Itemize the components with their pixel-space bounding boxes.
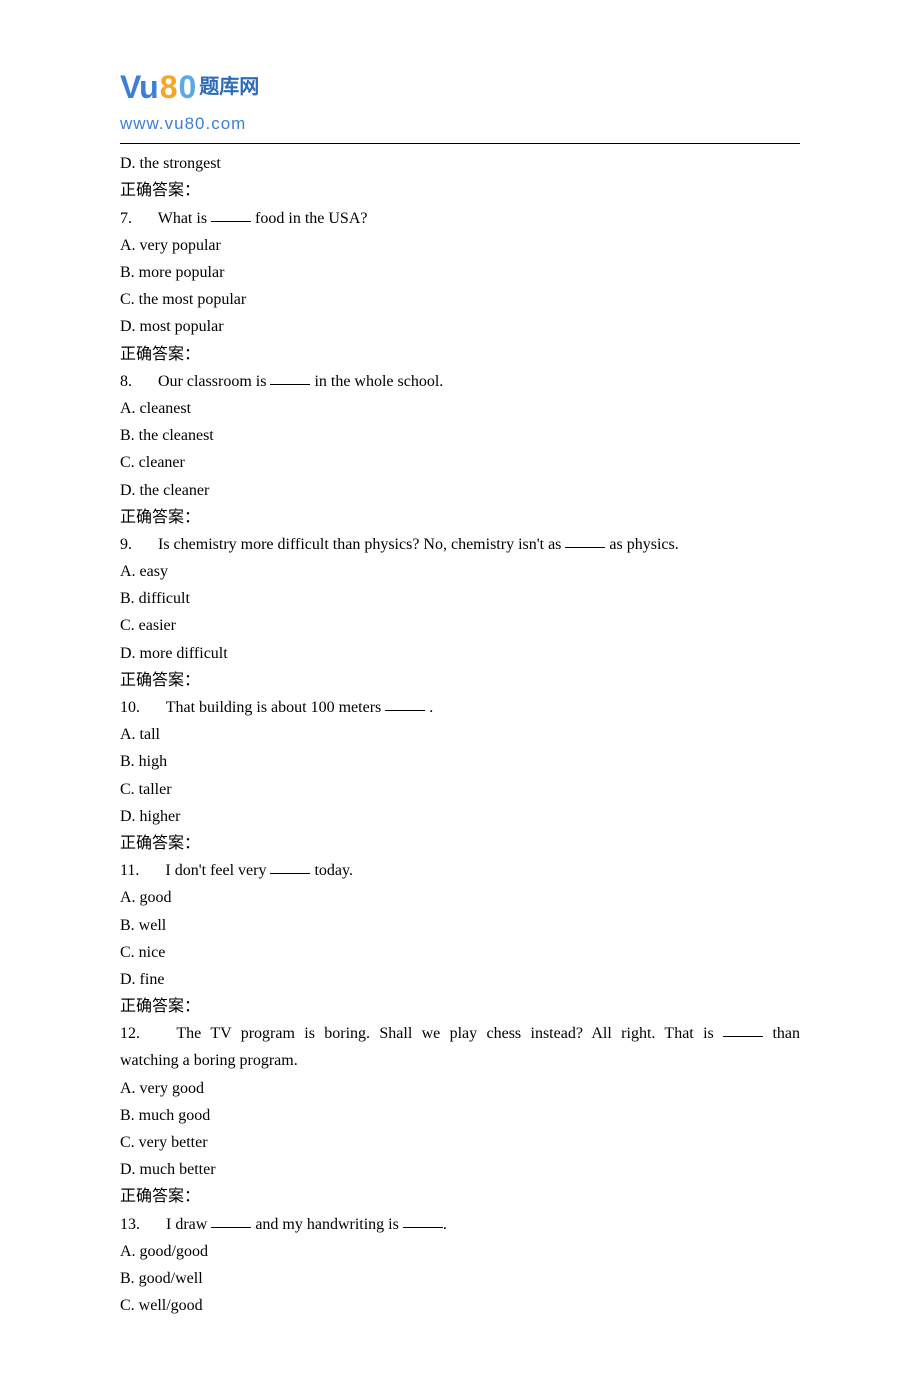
question-number: 12. xyxy=(120,1025,140,1042)
question-13-option-b: B. good/well xyxy=(120,1265,800,1292)
question-7-option-a: A. very popular xyxy=(120,232,800,259)
blank-icon xyxy=(723,1021,763,1037)
answer-label: 正确答案： xyxy=(120,1183,800,1210)
stem-text-before: I draw xyxy=(166,1216,211,1233)
stem-text-after: . xyxy=(443,1216,447,1233)
blank-icon xyxy=(211,1212,251,1228)
question-12-option-c: C. very better xyxy=(120,1129,800,1156)
question-11-option-c: C. nice xyxy=(120,939,800,966)
question-12-stem-line2: watching a boring program. xyxy=(120,1047,800,1074)
question-12-option-d: D. much better xyxy=(120,1156,800,1183)
question-12-stem-line1: 12. The TV program is boring. Shall we p… xyxy=(120,1020,800,1047)
question-9-option-b: B. difficult xyxy=(120,585,800,612)
stem-text-after: as physics. xyxy=(605,536,678,553)
answer-label: 正确答案： xyxy=(120,993,800,1020)
question-8-option-c: C. cleaner xyxy=(120,449,800,476)
answer-label: 正确答案： xyxy=(120,341,800,368)
logo-text-0: 0 xyxy=(179,60,196,114)
question-9-stem: 9. Is chemistry more difficult than phys… xyxy=(120,531,800,558)
stem-text-before: That building is about 100 meters xyxy=(166,699,386,716)
question-number: 8. xyxy=(120,373,132,390)
logo-graphic: Vu80 题库网 xyxy=(120,60,800,114)
logo-text-vu: Vu xyxy=(120,60,158,114)
header-divider xyxy=(120,143,800,144)
blank-icon xyxy=(270,858,310,874)
site-logo: Vu80 题库网 www.vu80.com xyxy=(120,60,800,139)
question-7-option-c: C. the most popular xyxy=(120,286,800,313)
question-10-option-b: B. high xyxy=(120,748,800,775)
question-10-option-a: A. tall xyxy=(120,721,800,748)
stem-text-after-blank: than xyxy=(763,1025,800,1042)
question-8-option-a: A. cleanest xyxy=(120,395,800,422)
question-11-option-a: A. good xyxy=(120,884,800,911)
question-13-stem: 13. I draw and my handwriting is . xyxy=(120,1211,800,1238)
prev-question-option-d: D. the strongest xyxy=(120,150,800,177)
stem-text-after: in the whole school. xyxy=(310,373,443,390)
question-number: 9. xyxy=(120,536,132,553)
blank-icon xyxy=(270,369,310,385)
answer-label: 正确答案： xyxy=(120,177,800,204)
answer-label: 正确答案： xyxy=(120,830,800,857)
stem-text-after: . xyxy=(425,699,433,716)
logo-url: www.vu80.com xyxy=(120,110,800,139)
stem-text-before: I don't feel very xyxy=(165,862,270,879)
question-7-option-b: B. more popular xyxy=(120,259,800,286)
stem-text-before: The TV program is boring. Shall we play … xyxy=(176,1025,723,1042)
answer-label: 正确答案： xyxy=(120,667,800,694)
question-10-stem: 10. That building is about 100 meters . xyxy=(120,694,800,721)
logo-text-8: 8 xyxy=(160,60,177,114)
question-number: 13. xyxy=(120,1216,140,1233)
blank-icon xyxy=(385,695,425,711)
question-12-option-a: A. very good xyxy=(120,1075,800,1102)
question-8-option-d: D. the cleaner xyxy=(120,477,800,504)
question-9-option-a: A. easy xyxy=(120,558,800,585)
blank-icon xyxy=(211,206,251,222)
stem-text-after: today. xyxy=(310,862,353,879)
blank-icon xyxy=(565,532,605,548)
question-number: 11. xyxy=(120,862,139,879)
question-10-option-d: D. higher xyxy=(120,803,800,830)
question-8-stem: 8. Our classroom is in the whole school. xyxy=(120,368,800,395)
stem-text-after: food in the USA? xyxy=(251,210,367,227)
logo-cn-text: 题库网 xyxy=(199,70,259,104)
stem-text-mid: and my handwriting is xyxy=(251,1216,403,1233)
question-11-option-b: B. well xyxy=(120,912,800,939)
question-12-option-b: B. much good xyxy=(120,1102,800,1129)
question-11-stem: 11. I don't feel very today. xyxy=(120,857,800,884)
stem-text-before: Is chemistry more difficult than physics… xyxy=(158,536,565,553)
question-9-option-c: C. easier xyxy=(120,612,800,639)
question-9-option-d: D. more difficult xyxy=(120,640,800,667)
question-number: 7. xyxy=(120,210,132,227)
answer-label: 正确答案： xyxy=(120,504,800,531)
question-13-option-a: A. good/good xyxy=(120,1238,800,1265)
question-8-option-b: B. the cleanest xyxy=(120,422,800,449)
blank-icon xyxy=(403,1212,443,1228)
question-number: 10. xyxy=(120,699,140,716)
question-10-option-c: C. taller xyxy=(120,776,800,803)
question-7-option-d: D. most popular xyxy=(120,313,800,340)
stem-text-before: What is xyxy=(158,210,211,227)
question-7-stem: 7. What is food in the USA? xyxy=(120,205,800,232)
question-11-option-d: D. fine xyxy=(120,966,800,993)
stem-text-before: Our classroom is xyxy=(158,373,270,390)
question-13-option-c: C. well/good xyxy=(120,1292,800,1319)
